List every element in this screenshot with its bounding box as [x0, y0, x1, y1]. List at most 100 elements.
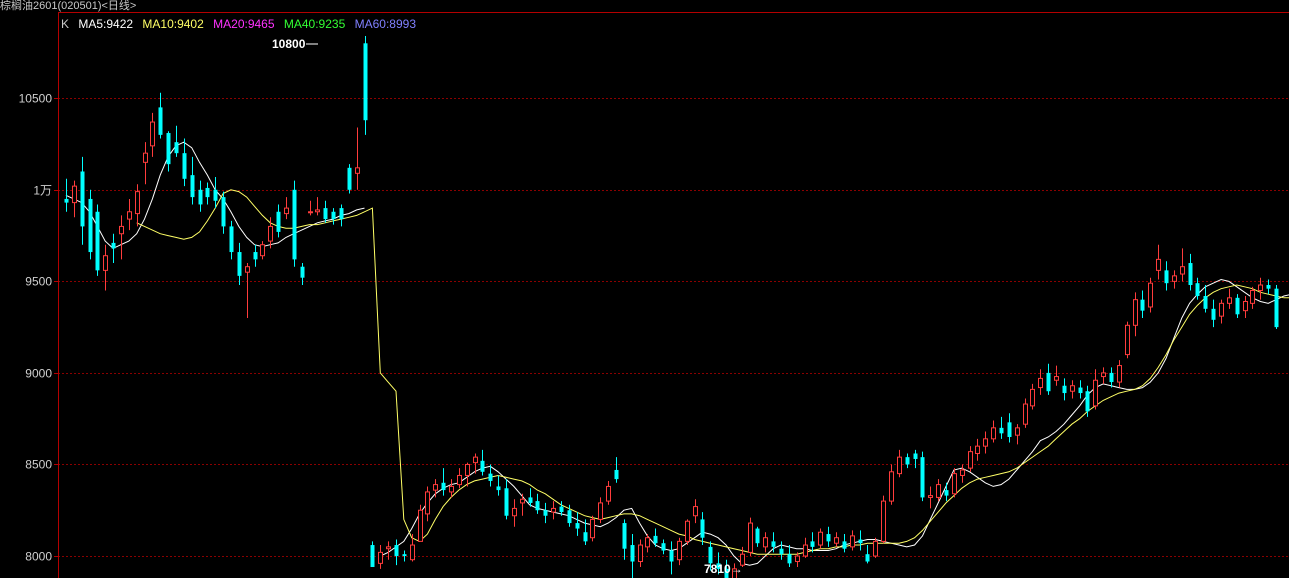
candle-body: [425, 491, 430, 515]
candle: [512, 499, 517, 527]
candle-body: [983, 438, 988, 447]
candle-body: [253, 252, 258, 260]
candle-body: [1007, 422, 1012, 437]
candle: [1109, 367, 1114, 388]
candle: [520, 493, 525, 516]
candle: [905, 453, 910, 469]
candle: [630, 534, 635, 578]
candle-body: [88, 198, 93, 253]
candle: [150, 112, 155, 157]
candle-body: [559, 506, 564, 513]
candle: [865, 545, 870, 564]
candle-body: [575, 523, 580, 529]
candle-body: [496, 486, 501, 491]
candle: [1046, 363, 1051, 395]
candle-body: [410, 544, 415, 561]
candle-body: [111, 242, 116, 249]
candle-body: [103, 255, 108, 271]
candle-body: [190, 175, 195, 198]
candle: [1188, 253, 1193, 291]
candle: [818, 528, 823, 549]
candle-body: [64, 198, 69, 203]
candle: [763, 532, 768, 553]
candle: [198, 180, 203, 212]
candle: [308, 200, 313, 216]
candle: [1054, 365, 1059, 386]
chart-root: 棕榈油2601(020501)<日线> K MA5:9422 MA10:9402…: [0, 0, 1289, 578]
candle-layer: [64, 35, 1279, 578]
candle-body: [150, 121, 155, 147]
candle: [834, 532, 839, 547]
candle-body: [245, 266, 250, 273]
candle-body: [889, 471, 894, 502]
candle: [347, 164, 352, 194]
candle: [622, 519, 627, 560]
candle: [1156, 244, 1161, 280]
candle-body: [661, 543, 666, 551]
candle: [127, 198, 132, 231]
candle: [457, 468, 462, 489]
candle-body: [779, 548, 784, 555]
candle-body: [1266, 285, 1271, 289]
candle-body: [457, 474, 462, 486]
y-tick-label-3: 9000: [25, 367, 52, 381]
candle: [292, 180, 297, 267]
candle-body: [512, 507, 517, 517]
candle-body: [763, 537, 768, 548]
candle-body: [174, 142, 179, 154]
candle: [1164, 261, 1169, 291]
candle: [598, 497, 603, 524]
candle-body: [1203, 296, 1208, 309]
candle: [787, 545, 792, 568]
annotation-high: 10800: [272, 37, 306, 51]
candle: [803, 537, 808, 558]
candle-body: [755, 528, 760, 544]
candle-body: [630, 545, 635, 562]
candle: [1070, 380, 1075, 399]
candle-body: [441, 482, 446, 491]
candle-body: [881, 500, 886, 542]
candle: [1227, 288, 1232, 309]
candle: [229, 220, 234, 260]
candle-body: [653, 535, 658, 544]
candle-body: [1164, 270, 1169, 284]
candle-body: [975, 445, 980, 454]
candle-body: [1156, 258, 1161, 271]
candle-body: [598, 502, 603, 520]
candle-body: [842, 541, 847, 549]
candle: [143, 142, 148, 185]
candle-body: [1038, 377, 1043, 389]
candle-body: [1101, 372, 1106, 378]
candle: [543, 502, 548, 524]
candle-body: [638, 544, 643, 563]
candle-body: [622, 523, 627, 549]
candle: [95, 204, 100, 276]
candle: [1211, 299, 1216, 328]
candle: [606, 480, 611, 505]
candle-body: [276, 211, 281, 232]
candle: [936, 479, 941, 502]
candle-body: [1235, 297, 1240, 315]
candle-body: [1140, 299, 1145, 311]
candle: [889, 464, 894, 505]
candle-body: [834, 537, 839, 544]
candle: [1180, 248, 1185, 282]
candle: [669, 541, 674, 575]
candle-body: [504, 488, 509, 516]
candle-body: [315, 209, 320, 213]
candle-body: [198, 189, 203, 205]
candle: [363, 35, 368, 135]
candle-body: [936, 484, 941, 498]
candle: [213, 176, 218, 209]
candle-body: [1085, 391, 1090, 412]
candle-body: [1125, 324, 1130, 356]
candle-body: [685, 520, 690, 542]
candle: [968, 446, 973, 472]
candle-body: [1133, 299, 1138, 326]
candle-body: [858, 539, 863, 544]
candle: [850, 530, 855, 551]
candle-body: [999, 427, 1004, 434]
candle-body: [700, 519, 705, 538]
candle: [590, 515, 595, 542]
candle-body: [952, 473, 957, 495]
